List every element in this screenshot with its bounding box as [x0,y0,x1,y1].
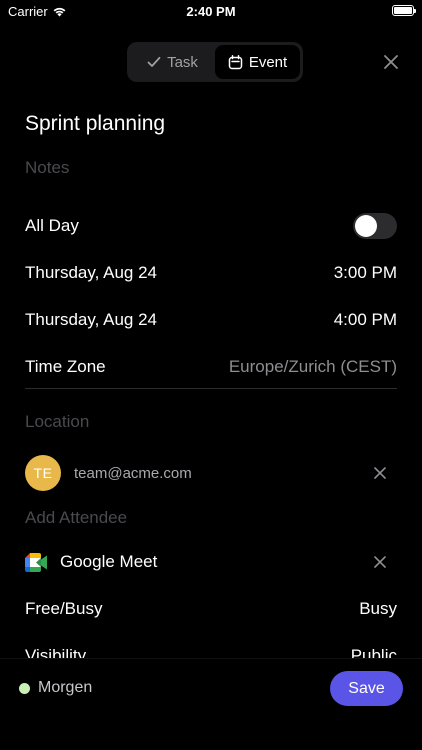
event-title-input[interactable]: Sprint planning [25,112,165,136]
google-meet-icon [25,552,47,572]
visibility-label: Visibility [25,646,87,658]
task-event-switcher: Task Event [127,42,303,82]
all-day-label: All Day [25,216,79,235]
end-row: Thursday, Aug 24 4:00 PM [25,308,397,332]
event-editor-screen: Carrier 2:40 PM Task Event Sprint planni… [0,0,422,750]
notes-input[interactable]: Notes [25,158,69,178]
close-icon[interactable] [382,53,400,71]
calendar-icon [228,54,243,69]
attendee-row: TE team@acme.com [25,455,397,491]
status-bar: Carrier 2:40 PM [0,0,422,24]
remove-conference-icon[interactable] [373,555,387,569]
divider [25,388,397,389]
time-zone-row[interactable]: Time Zone Europe/Zurich (CEST) [25,355,397,379]
free-busy-value: Busy [359,599,397,618]
calendar-account-selector[interactable]: Morgen [19,679,92,697]
time-zone-label: Time Zone [25,357,106,376]
save-button[interactable]: Save [330,671,403,706]
conference-row: Google Meet [25,549,397,575]
battery-icon [392,5,416,16]
all-day-row: All Day [25,213,397,239]
tab-event-label: Event [248,53,288,71]
end-time[interactable]: 4:00 PM [334,310,397,330]
visibility-value: Public [350,646,397,658]
start-date[interactable]: Thursday, Aug 24 [25,263,157,283]
checkmark-icon [147,56,161,67]
start-time[interactable]: 3:00 PM [334,263,397,283]
free-busy-label: Free/Busy [25,599,103,618]
tab-event[interactable]: Event [215,45,300,79]
remove-attendee-icon[interactable] [373,466,387,480]
visibility-row[interactable]: Visibility Public [25,644,397,658]
conference-label: Google Meet [60,552,158,571]
location-input[interactable]: Location [25,412,89,432]
time-zone-value: Europe/Zurich (CEST) [228,357,397,376]
tab-task[interactable]: Task [130,45,215,79]
add-attendee-input[interactable]: Add Attendee [25,508,127,528]
avatar: TE [25,455,61,491]
all-day-toggle[interactable] [353,213,397,239]
account-label: Morgen [38,679,93,696]
start-row: Thursday, Aug 24 3:00 PM [25,261,397,285]
tab-task-label: Task [167,53,198,71]
status-time: 2:40 PM [186,4,236,19]
free-busy-row[interactable]: Free/Busy Busy [25,597,397,621]
account-color-dot [19,682,30,694]
attendee-email: team@acme.com [74,464,192,482]
end-date[interactable]: Thursday, Aug 24 [25,310,157,330]
